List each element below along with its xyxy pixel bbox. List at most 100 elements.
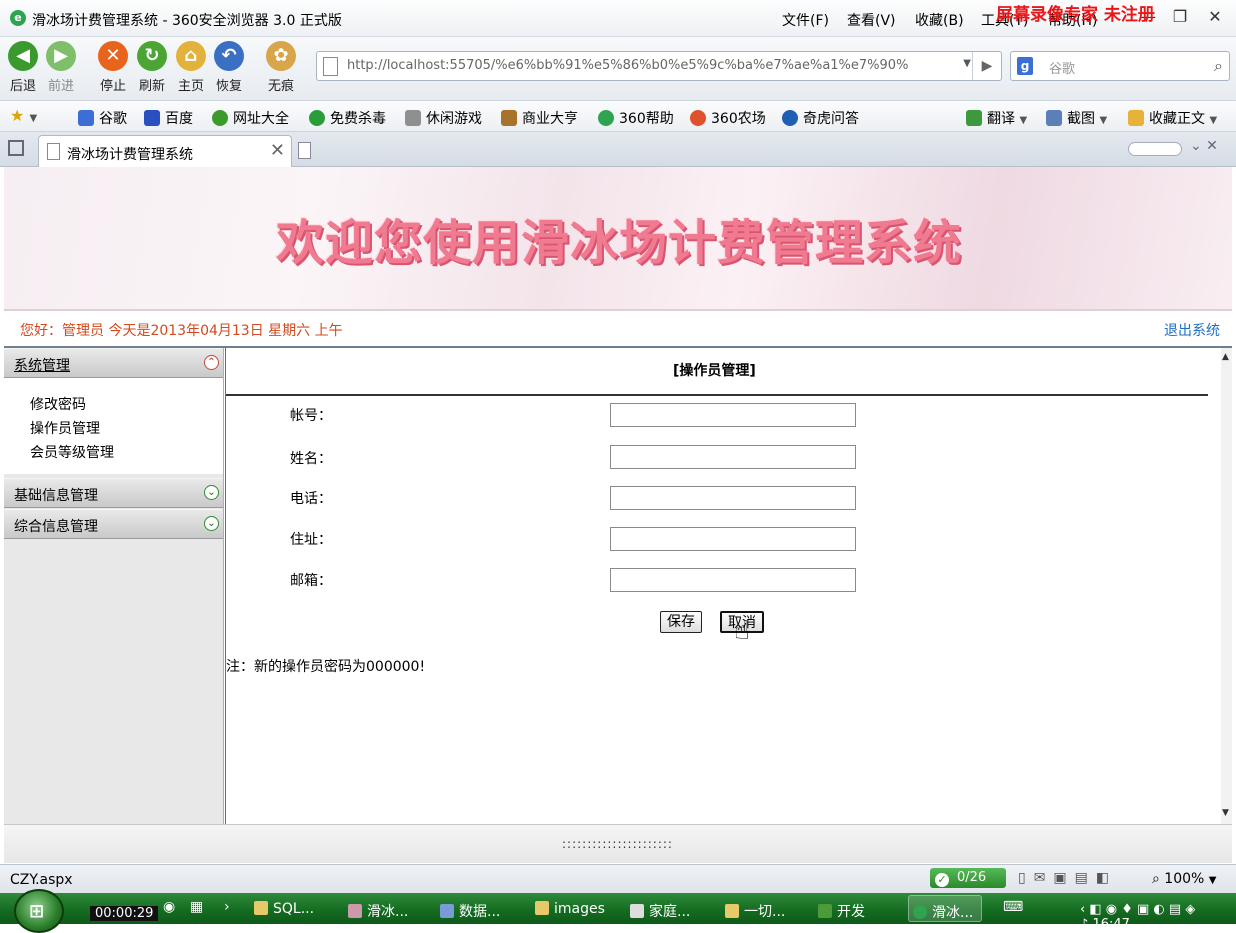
taskbar-item-browser[interactable]: 滑冰... [908,895,983,922]
fav-antivirus[interactable]: 免费杀毒 [309,108,386,128]
sidebar-item-member-level[interactable]: 会员等级管理 [30,442,114,462]
status-icons[interactable]: ▯✉▣▤◧ [1018,870,1117,886]
page-title: [操作员管理] [673,363,756,379]
go-icon[interactable]: ▶ [972,52,1001,80]
quicklaunch-more-icon[interactable]: › [224,899,230,915]
favorites-bar: ★ ▼ 谷歌 百度 网址大全 免费杀毒 休闲游戏 商业大亨 360帮助 360农… [0,101,1236,132]
taskbar-item-vs[interactable]: 滑冰... [348,901,408,921]
menu-file[interactable]: 文件(F) [782,10,829,30]
check-icon: ✓ [935,873,949,887]
sidebar-section-basic-info[interactable]: 基础信息管理 ⌄ [4,478,223,508]
account-field[interactable] [610,403,856,427]
address-field[interactable] [610,527,856,551]
fav-360farm[interactable]: 360农场 [690,108,766,128]
sidebar-item-change-password[interactable]: 修改密码 [30,394,86,414]
menu-view[interactable]: 查看(V) [847,10,896,30]
restore-icon[interactable]: ❐ [1170,7,1190,27]
close-tab-icon[interactable]: ✕ [270,140,285,161]
add-favorite-icon [1128,110,1144,126]
logout-link[interactable]: 退出系统 [1164,320,1220,340]
recording-timer: 00:00:29 [90,906,159,921]
taskbar-item-all[interactable]: 一切... [725,901,785,921]
site-banner: 欢迎您使用滑冰场计费管理系统 [4,167,1232,311]
forward-button[interactable]: ▶ 前进 [43,41,79,94]
translate-button[interactable]: 翻译 ▼ [966,108,1027,128]
scroll-down-icon[interactable]: ▼ [1222,808,1229,818]
search-input[interactable]: 谷歌 [1049,58,1075,77]
tab-slider[interactable] [1128,142,1182,156]
fav-google[interactable]: 谷歌 [78,108,127,128]
zoom-control[interactable]: ⌕ 100% ▼ [1152,871,1216,887]
address-bar[interactable]: http://localhost:55705/%e6%bb%91%e5%86%b… [316,51,1002,81]
fav-360help[interactable]: 360帮助 [598,108,674,128]
quicklaunch-desktop-icon[interactable]: ▦ [190,899,203,915]
undo-icon: ↶ [214,41,244,71]
collapse-icon[interactable]: ⌃ [204,355,219,370]
stop-icon: ✕ [98,41,128,71]
close-window-icon[interactable]: ✕ [1205,7,1225,27]
folder-icon [725,904,739,918]
sidebar-section-integrated-info[interactable]: 综合信息管理 ⌄ [4,509,223,539]
taskbar-item-db[interactable]: 数据... [440,901,500,921]
page-icon [47,143,60,160]
menu-favorites[interactable]: 收藏(B) [915,10,964,30]
tab-active[interactable]: 滑冰场计费管理系统 ✕ [38,135,292,167]
fav-tycoon[interactable]: 商业大亨 [501,108,578,128]
fav-sites[interactable]: 网址大全 [212,108,289,128]
save-text-button[interactable]: 收藏正文 ▼ [1128,108,1217,128]
name-label: 姓名： [290,451,332,467]
chevron-down-icon[interactable]: ▼ [963,58,971,69]
search-box[interactable]: g 谷歌 ⌕ [1010,51,1230,81]
sidebar-item-operator[interactable]: 操作员管理 [30,418,100,438]
restore-tab-button[interactable]: ↶ 恢复 [211,41,247,94]
save-button[interactable]: 保存 [660,611,702,633]
baidu-paw-icon [144,110,160,126]
new-tab-icon[interactable] [298,142,311,159]
back-button[interactable]: ◀ 后退 [5,41,41,94]
scroll-up-icon[interactable]: ▲ [1222,352,1229,362]
translate-icon [966,110,982,126]
sidebar-section-system[interactable]: 系统管理 ⌃ [4,348,223,378]
screenshot-button[interactable]: 截图 ▼ [1046,108,1107,128]
google-icon[interactable]: g [1017,57,1033,75]
start-button[interactable]: ⊞ [14,889,64,933]
frame-resizer[interactable]: :::::::::::::::::::::: [4,824,1232,863]
taskbar-item-images[interactable]: images [535,901,605,917]
scrollbar[interactable]: ▲ ▼ [1221,348,1232,824]
sidebar-toggle-icon[interactable] [8,140,24,156]
quicklaunch-browser-icon[interactable]: ◉ [163,899,175,915]
keyboard-icon[interactable]: ⌨ [1003,899,1023,915]
address-url[interactable]: http://localhost:55705/%e6%bb%91%e5%86%b… [347,58,947,73]
taskbar-item-family[interactable]: 家庭... [630,901,690,921]
vs-icon [348,904,362,918]
phone-label: 电话： [290,491,332,507]
phone-field[interactable] [610,486,856,510]
security-counter[interactable]: ✓ 0/26 [930,868,1006,888]
fav-games[interactable]: 休闲游戏 [405,108,482,128]
gamepad-icon [405,110,421,126]
windows-logo-icon: ⊞ [29,901,45,922]
email-label: 邮箱： [290,573,332,589]
back-label: 后退 [9,79,36,94]
expand-icon[interactable]: ⌄ [204,485,219,500]
taskbar-item-sql[interactable]: SQL... [254,901,314,917]
incognito-button[interactable]: ✿ 无痕 [263,41,299,94]
refresh-button[interactable]: ↻ 刷新 [134,41,170,94]
home-button[interactable]: ⌂ 主页 [173,41,209,94]
drag-handle-icon[interactable]: :::::::::::::::::::::: [562,837,673,851]
tab-menu-icon[interactable]: ⌄ ✕ [1190,138,1218,154]
search-icon[interactable]: ⌕ [1214,56,1223,76]
email-field[interactable] [610,568,856,592]
fav-baidu[interactable]: 百度 [144,108,193,128]
taskbar-item-dev[interactable]: 开发 [818,901,865,921]
home-icon: ⌂ [176,41,206,71]
refresh-label: 刷新 [138,79,165,94]
system-menu-list: 修改密码 操作员管理 会员等级管理 [4,378,223,474]
fav-qa[interactable]: 奇虎问答 [782,108,859,128]
star-icon[interactable]: ★ ▼ [10,106,37,125]
expand-icon[interactable]: ⌄ [204,516,219,531]
name-field[interactable] [610,445,856,469]
system-tray[interactable]: ‹ ◧ ◉ ♦ ▣ ◐ ▤ ◈ ♪ 16:47 [1080,902,1236,932]
stop-button[interactable]: ✕ 停止 [95,41,131,94]
user-status-line: 您好：管理员 今天是2013年04月13日 星期六 上午 退出系统 [4,310,1232,348]
